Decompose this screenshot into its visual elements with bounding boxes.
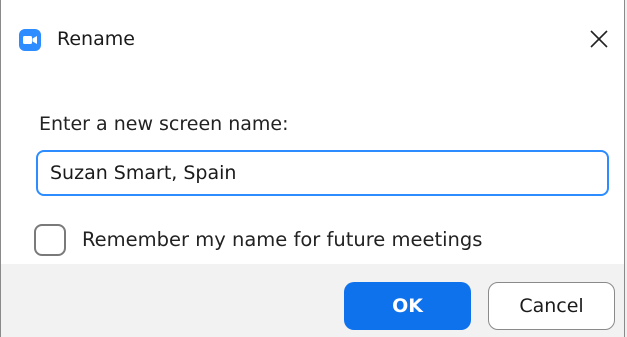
dialog-title: Rename: [57, 28, 135, 50]
close-icon: [590, 30, 608, 48]
remember-name-row[interactable]: Remember my name for future meetings: [34, 222, 482, 258]
cancel-button[interactable]: Cancel: [488, 282, 615, 330]
title-bar[interactable]: Rename: [1, 0, 624, 78]
screen-name-prompt: Enter a new screen name:: [39, 113, 289, 135]
ok-button[interactable]: OK: [344, 282, 471, 330]
close-button[interactable]: [584, 22, 614, 56]
screen-name-input[interactable]: [36, 150, 609, 196]
video-camera-icon: [19, 29, 41, 51]
rename-dialog: Rename Enter a new screen name: Remember…: [0, 0, 625, 337]
remember-name-label: Remember my name for future meetings: [82, 228, 483, 251]
remember-name-checkbox[interactable]: [34, 224, 66, 256]
